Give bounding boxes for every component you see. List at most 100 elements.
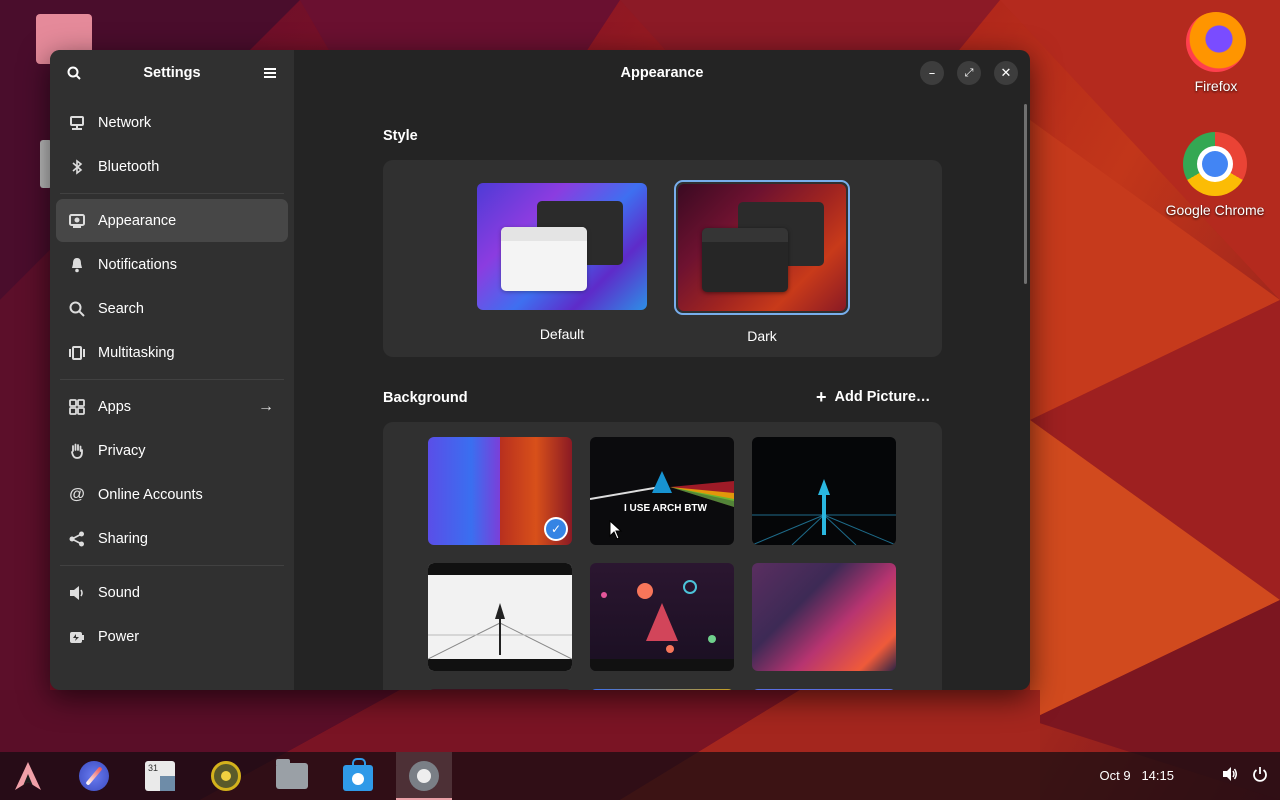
- power-icon[interactable]: [1252, 766, 1268, 786]
- chrome-icon: [1183, 132, 1247, 196]
- folder-icon: [276, 759, 308, 789]
- bell-icon: [68, 256, 86, 274]
- sidebar-item-network[interactable]: Network: [56, 101, 288, 144]
- taskbar: 31 Oct 9 14:15: [0, 752, 1280, 800]
- taskbar-music-player[interactable]: [198, 752, 254, 800]
- style-option-label: Default: [539, 326, 585, 342]
- content-header: Appearance – ⤢ ✕: [294, 50, 1030, 96]
- sidebar-item-label: Privacy: [98, 442, 146, 459]
- firefox-desktop-icon[interactable]: Firefox: [1161, 12, 1271, 94]
- sidebar-item-label: Network: [98, 114, 152, 131]
- sidebar-item-power[interactable]: Power: [56, 615, 288, 658]
- volume-icon[interactable]: [1222, 766, 1238, 786]
- firefox-icon: [1186, 12, 1246, 72]
- sidebar-item-label: Power: [98, 628, 140, 645]
- sidebar-item-label: Search: [98, 300, 144, 317]
- style-heading: Style: [383, 128, 418, 144]
- taskbar-files[interactable]: [264, 752, 320, 800]
- style-option-dark[interactable]: Dark: [674, 180, 850, 344]
- sidebar-item-appearance[interactable]: Appearance: [56, 199, 288, 242]
- background-thumb-6[interactable]: [752, 563, 896, 671]
- search-icon: [68, 300, 86, 318]
- clock-time: 14:15: [1141, 768, 1174, 783]
- style-option-default[interactable]: Default: [477, 183, 647, 342]
- minimize-button[interactable]: –: [920, 61, 944, 85]
- chrome-label: Google Chrome: [1165, 202, 1265, 218]
- multitasking-icon: [68, 344, 86, 362]
- music-player-icon: [211, 761, 241, 791]
- share-icon: [68, 530, 86, 548]
- hand-icon: [68, 442, 86, 460]
- chrome-desktop-icon[interactable]: Google Chrome: [1160, 132, 1270, 218]
- sidebar-item-notifications[interactable]: Notifications: [56, 243, 288, 286]
- arch-menu-button[interactable]: [0, 752, 56, 800]
- sidebar-title: Settings: [143, 65, 201, 81]
- sidebar-separator: [60, 193, 284, 194]
- default-style-preview: [477, 183, 647, 310]
- bluetooth-icon: [68, 158, 86, 176]
- sidebar-item-label: Sharing: [98, 530, 148, 547]
- apps-icon: [68, 398, 86, 416]
- taskbar-calendar[interactable]: 31: [132, 752, 188, 800]
- system-tray: [1222, 766, 1268, 786]
- network-icon: [68, 114, 86, 132]
- appearance-icon: [68, 212, 86, 230]
- arrow-right-icon: →: [258, 397, 274, 415]
- plus-icon: +: [816, 387, 827, 407]
- style-card: [383, 160, 942, 357]
- dark-style-selection-outline: [674, 180, 850, 315]
- background-thumb-8[interactable]: [590, 689, 734, 690]
- hamburger-menu-icon[interactable]: [260, 63, 280, 83]
- taskbar-settings[interactable]: [396, 752, 452, 800]
- appearance-panel: Appearance – ⤢ ✕ Style Default Dark Back…: [294, 50, 1030, 690]
- background-thumb-1[interactable]: ✓: [428, 437, 572, 545]
- sidebar-item-sound[interactable]: Sound: [56, 571, 288, 614]
- settings-sidebar: Settings Network Bluetooth Appearance No…: [50, 50, 294, 690]
- add-picture-button[interactable]: + Add Picture…: [816, 387, 931, 407]
- settings-window: Settings Network Bluetooth Appearance No…: [50, 50, 1030, 690]
- sidebar-list: Network Bluetooth Appearance Notificatio…: [50, 96, 294, 663]
- maximize-button[interactable]: ⤢: [957, 61, 981, 85]
- dark-style-preview: [678, 184, 846, 311]
- compass-icon: [79, 761, 109, 791]
- background-thumb-7[interactable]: [428, 689, 572, 690]
- sidebar-item-search[interactable]: Search: [56, 287, 288, 330]
- search-icon[interactable]: [64, 63, 84, 83]
- background-thumb-3[interactable]: [752, 437, 896, 545]
- background-thumb-4[interactable]: [428, 563, 572, 671]
- background-thumb-9[interactable]: [752, 689, 896, 690]
- firefox-label: Firefox: [1194, 78, 1238, 94]
- store-bag-icon: [343, 758, 373, 791]
- sidebar-item-label: Online Accounts: [98, 486, 203, 503]
- settings-gear-icon: [409, 761, 439, 791]
- arch-wallpaper-text: I USE ARCH BTW: [624, 503, 707, 514]
- sidebar-item-bluetooth[interactable]: Bluetooth: [56, 145, 288, 188]
- sidebar-item-privacy[interactable]: Privacy: [56, 429, 288, 472]
- taskbar-web-browser[interactable]: [66, 752, 122, 800]
- page-title: Appearance: [620, 65, 704, 81]
- background-heading: Background: [383, 390, 468, 406]
- clock[interactable]: Oct 9 14:15: [1100, 768, 1174, 783]
- sidebar-item-multitasking[interactable]: Multitasking: [56, 331, 288, 374]
- sidebar-item-label: Sound: [98, 584, 140, 601]
- sidebar-item-label: Appearance: [98, 212, 177, 229]
- sidebar-item-sharing[interactable]: Sharing: [56, 517, 288, 560]
- close-button[interactable]: ✕: [994, 61, 1018, 85]
- style-option-label: Dark: [747, 328, 777, 344]
- sidebar-item-label: Apps: [98, 398, 132, 415]
- clock-date: Oct 9: [1099, 768, 1131, 783]
- add-picture-label: Add Picture…: [834, 389, 931, 405]
- sidebar-header: Settings: [50, 50, 294, 96]
- sidebar-item-online-accounts[interactable]: @ Online Accounts: [56, 473, 288, 516]
- mouse-cursor: [609, 520, 623, 540]
- taskbar-software-store[interactable]: [330, 752, 386, 800]
- calendar-icon: 31: [145, 761, 175, 791]
- selected-check-icon: ✓: [546, 519, 566, 539]
- sidebar-item-label: Notifications: [98, 256, 177, 273]
- at-icon: @: [69, 485, 85, 503]
- sidebar-item-label: Bluetooth: [98, 158, 160, 175]
- power-icon: [68, 628, 86, 646]
- background-thumb-5[interactable]: [590, 563, 734, 671]
- scrollbar[interactable]: [1024, 104, 1027, 284]
- sidebar-item-apps[interactable]: Apps →: [56, 385, 288, 428]
